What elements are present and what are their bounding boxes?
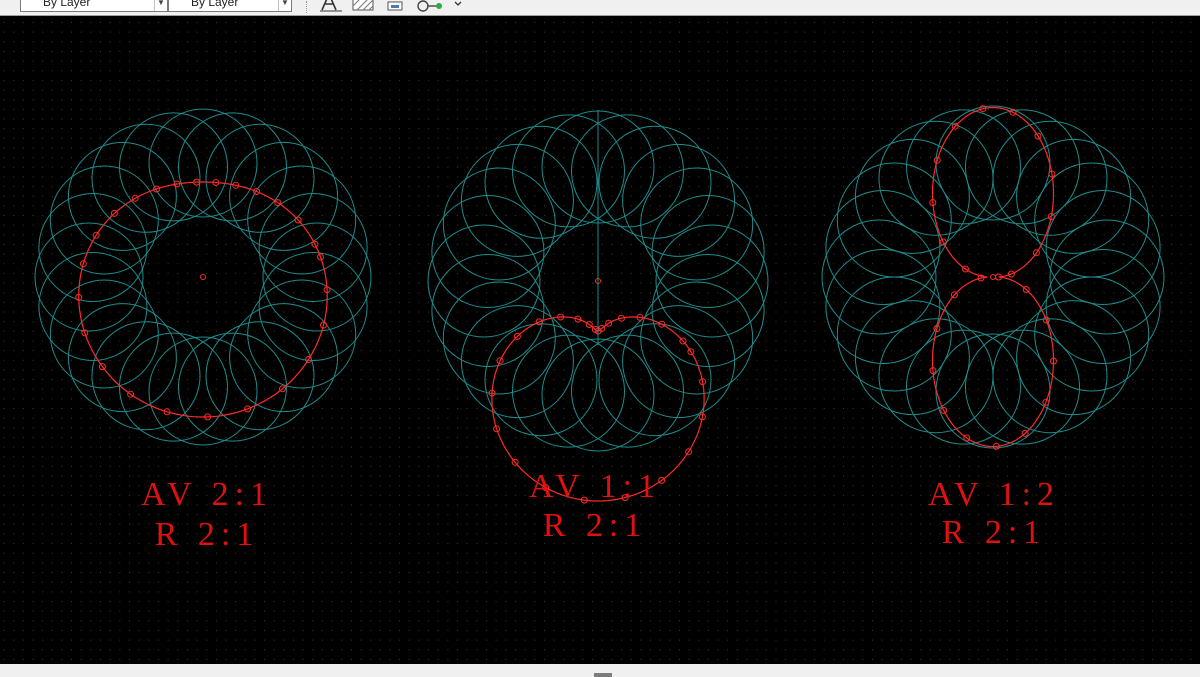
- teal-circle: [541, 338, 655, 452]
- teal-circle: [854, 300, 970, 416]
- teal-circle: [825, 249, 941, 364]
- teal-circle: [1045, 249, 1161, 364]
- teal-circle: [1045, 190, 1161, 305]
- teal-circle: [258, 252, 368, 361]
- teal-circle: [651, 254, 765, 367]
- center-marker: [990, 274, 996, 280]
- teal-circle: [38, 252, 148, 361]
- teal-circle: [178, 332, 287, 442]
- teal-circle: [878, 318, 994, 434]
- teal-circle: [935, 333, 1051, 449]
- teal-circle: [836, 162, 952, 278]
- teal-circle: [651, 195, 765, 308]
- teal-circle: [247, 165, 357, 275]
- figure-label-line2: R 2:1: [543, 507, 648, 544]
- text-style-icon[interactable]: [318, 0, 344, 12]
- teal-circle: [484, 323, 598, 437]
- teal-circle: [512, 334, 625, 448]
- teal-circle: [878, 120, 994, 236]
- teal-circle: [836, 276, 952, 392]
- teal-circle: [571, 334, 684, 448]
- teal-circle: [460, 305, 574, 419]
- layer-tool-icon[interactable]: [414, 0, 448, 12]
- figure-label-line2: R 2:1: [942, 514, 1047, 551]
- teal-circle: [622, 305, 736, 419]
- teal-circle: [119, 332, 228, 442]
- teal-circle: [442, 167, 556, 281]
- teal-circle: [38, 193, 148, 302]
- teal-circle: [427, 224, 541, 338]
- circle-ring: [34, 108, 372, 446]
- teal-circle: [431, 195, 545, 308]
- teal-circle: [1049, 219, 1165, 335]
- teal-circle: [821, 219, 937, 335]
- teal-circle: [1034, 162, 1150, 278]
- teal-circle: [49, 165, 159, 275]
- teal-circle: [1034, 276, 1150, 392]
- lineweight-dropdown[interactable]: By Layer ▼: [168, 0, 292, 12]
- teal-circle: [49, 279, 159, 389]
- linetype-value: By Layer: [43, 0, 91, 9]
- teal-circle: [205, 321, 315, 431]
- scroll-thumb[interactable]: [594, 673, 612, 677]
- teal-circle: [258, 193, 368, 302]
- teal-circle: [247, 279, 357, 389]
- circle-ring: [821, 105, 1165, 449]
- figure-label-line1: AV 1:2: [928, 476, 1060, 513]
- horizontal-scrollbar[interactable]: [0, 664, 1200, 677]
- curve-markers: [929, 105, 1057, 450]
- teal-circle: [205, 123, 315, 233]
- teal-circle: [965, 109, 1080, 225]
- teal-circle: [91, 123, 201, 233]
- teal-circle: [622, 143, 736, 257]
- teal-circle: [655, 224, 769, 338]
- teal-circle: [442, 281, 556, 395]
- teal-circle: [992, 120, 1108, 236]
- teal-circle: [965, 329, 1080, 445]
- teal-circle: [825, 190, 941, 305]
- teal-circle: [992, 318, 1108, 434]
- teal-circle: [598, 125, 712, 239]
- teal-circle: [119, 112, 228, 222]
- teal-circle: [640, 281, 754, 395]
- teal-circle: [460, 143, 574, 257]
- teal-circle: [484, 125, 598, 239]
- teal-circle: [906, 329, 1021, 445]
- teal-circle: [512, 114, 625, 228]
- curve-markers: [75, 178, 331, 421]
- chevron-down-icon[interactable]: ▼: [278, 0, 291, 11]
- teal-circle: [571, 114, 684, 228]
- figure-av-1-2: AV 1:2R 2:1: [821, 105, 1165, 551]
- teal-circle: [1016, 300, 1132, 416]
- red-curve: [931, 106, 1055, 448]
- teal-circle: [598, 323, 712, 437]
- chevron-down-icon[interactable]: ▼: [154, 0, 167, 11]
- teal-circle: [906, 109, 1021, 225]
- teal-circle: [640, 167, 754, 281]
- center-marker: [200, 274, 206, 280]
- chevron-down-icon[interactable]: [452, 0, 464, 12]
- teal-circle: [431, 254, 545, 367]
- figure-label-line2: R 2:1: [155, 516, 260, 553]
- lineweight-value: By Layer: [191, 0, 239, 9]
- figure-label-line1: AV 1:1: [529, 468, 661, 505]
- teal-circle: [178, 112, 287, 222]
- figure-label-line1: AV 2:1: [141, 476, 273, 513]
- toolbar-separator: [306, 1, 309, 13]
- drawing-canvas[interactable]: AV 2:1R 2:1AV 1:1R 2:1AV 1:2R 2:1: [0, 16, 1200, 664]
- figure-av-2-1: AV 2:1R 2:1: [34, 108, 372, 553]
- teal-circle: [91, 321, 201, 431]
- hatch-icon[interactable]: [352, 0, 376, 12]
- table-icon[interactable]: [386, 0, 406, 12]
- linetype-dropdown[interactable]: By Layer ▼: [20, 0, 168, 12]
- properties-toolbar: By Layer ▼ By Layer ▼: [0, 0, 1200, 16]
- teal-circle: [935, 105, 1051, 221]
